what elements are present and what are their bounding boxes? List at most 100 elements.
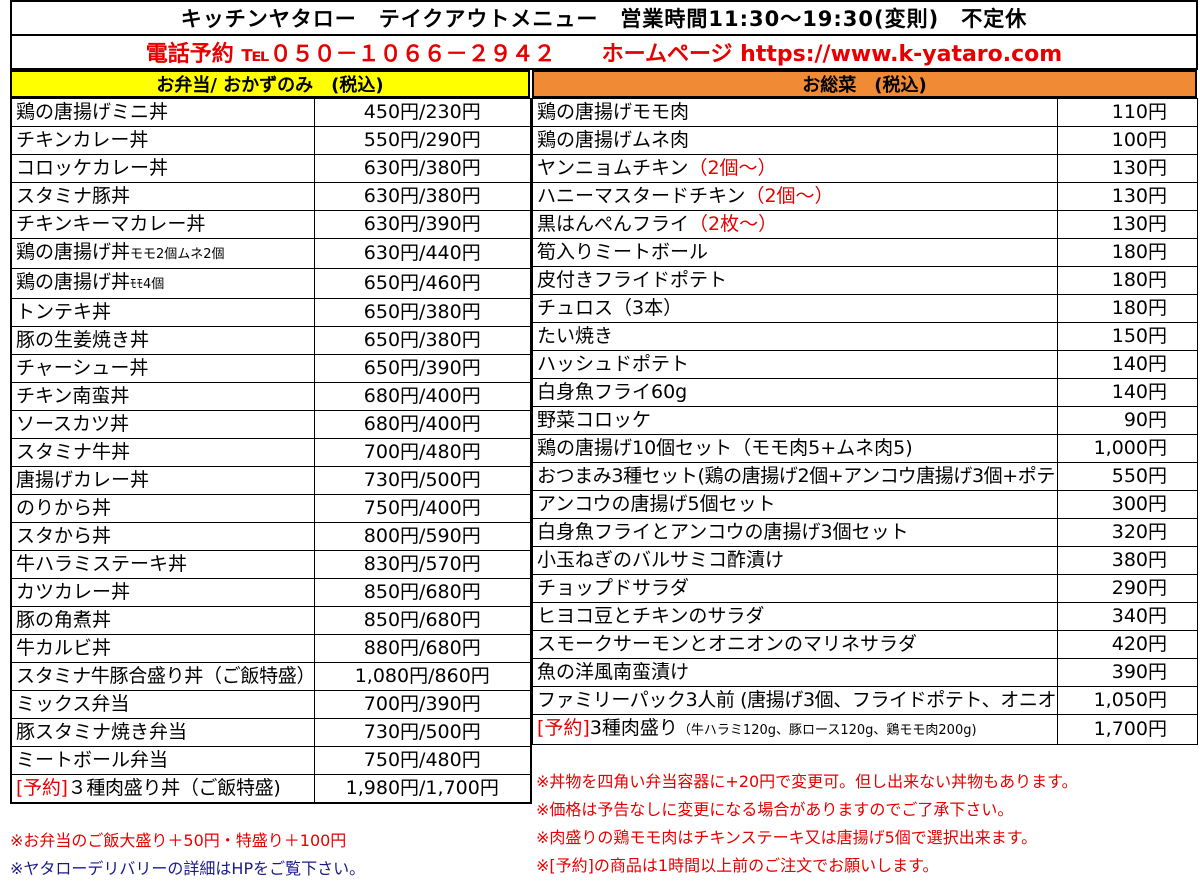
menu-row: 魚の洋風南蛮漬け 390円 (532, 658, 1198, 687)
item-price: 680円/400円 (313, 382, 532, 411)
menu-row: 白身魚フライ60g 140円 (532, 378, 1198, 407)
item-name-cell: ヒヨコ豆とチキンのサラダ (532, 602, 1058, 631)
note-rice-size: ※お弁当のご飯大盛り＋50円・特盛り＋100円 (10, 831, 347, 850)
menu-row: 黒はんぺんフライ（2枚～） 130円 (532, 210, 1198, 239)
menu-row: コロッケカレー丼 630円/380円 (10, 154, 532, 183)
menu-row: 牛カルビ丼 880円/680円 (10, 634, 532, 663)
item-name: 3種肉盛り (589, 717, 678, 739)
menu-row: チョップドサラダ 290円 (532, 574, 1198, 603)
item-price: 390円 (1057, 658, 1198, 687)
menu-row: ソースカツ丼 680円/400円 (10, 410, 532, 439)
item-name: 豚の角煮丼 (16, 609, 112, 631)
item-price: 730円/500円 (313, 718, 532, 747)
item-price: 850円/680円 (313, 578, 532, 607)
item-name-cell: おつまみ3種セット(鶏の唐揚げ2個+アンコウ唐揚げ3個+ポテト１個) (532, 462, 1058, 491)
item-price: 850円/680円 (313, 606, 532, 635)
item-name: スモークサーモンとオニオンのマリネサラダ (537, 633, 918, 655)
item-name-cell: チャーシュー丼 (10, 354, 315, 383)
item-name: チキンキーマカレー丼 (16, 213, 206, 235)
item-name: 鶏の唐揚げ丼 (16, 241, 131, 263)
item-name: 小玉ねぎのバルサミコ酢漬け (537, 549, 785, 571)
menu-row: ミックス弁当 700円/390円 (10, 690, 532, 719)
item-name-cell: [予約]3種肉盛り（牛ハラミ120g、豚ロース120g、鶏モモ肉200g) (532, 714, 1058, 745)
menu-row: ハッシュドポテト 140円 (532, 350, 1198, 379)
item-name-cell: トンテキ丼 (10, 298, 315, 327)
menu-row: アンコウの唐揚げ5個セット 300円 (532, 490, 1198, 519)
item-name-cell: のりから丼 (10, 494, 315, 523)
homepage-link[interactable]: ホームページ https://www.k-yataro.com (602, 36, 1063, 68)
menu-row: 豚の角煮丼 850円/680円 (10, 606, 532, 635)
menu-row: たい焼き 150円 (532, 322, 1198, 351)
item-name-cell: スモークサーモンとオニオンのマリネサラダ (532, 630, 1058, 659)
item-name-cell: 鶏の唐揚げ丼モモ2個ムネ2個 (10, 238, 315, 269)
item-name: 白身魚フライとアンコウの唐揚げ3個セット (537, 521, 909, 543)
item-name: 白身魚フライ60g (537, 381, 688, 403)
item-name: 鶏の唐揚げモモ肉 (537, 101, 690, 123)
item-name-cell: 鶏の唐揚げムネ肉 (532, 126, 1058, 155)
item-price: 140円 (1057, 350, 1198, 379)
reservation-tag: [予約] (537, 717, 590, 739)
sozai-heading-text: お総菜 (税込) (802, 75, 927, 96)
item-name-cell: カツカレー丼 (10, 578, 315, 607)
item-name-cell: 牛ハラミステーキ丼 (10, 550, 315, 579)
item-detail: ﾓﾓ4個 (130, 277, 165, 292)
note-container: ※丼物を四角い弁当容器に+20円で変更可。但し出来ない丼物もあります。 (536, 772, 1078, 791)
item-price: 650円/390円 (313, 354, 532, 383)
bento-table: 鶏の唐揚げミニ丼 450円/230円 チキンカレー丼 550円/290円 コロッケカレー… (10, 98, 532, 804)
menu-row: チキン南蛮丼 680円/400円 (10, 382, 532, 411)
item-price: 380円 (1057, 546, 1198, 575)
item-price: 650円/380円 (313, 298, 532, 327)
menu-row: 鶏の唐揚げミニ丼 450円/230円 (10, 98, 532, 127)
item-name: ハニーマスタードチキン (537, 185, 746, 207)
item-name: 筍入りミートボール (537, 241, 709, 263)
item-price: 150円 (1057, 322, 1198, 351)
item-name: ミートボール弁当 (16, 749, 169, 771)
item-price: 880円/680円 (313, 634, 532, 663)
menu-row: ファミリーパック3人前 (唐揚げ3個、フライドポテト、オニオンリング)1,050… (532, 686, 1198, 715)
item-name-cell: 小玉ねぎのバルサミコ酢漬け (532, 546, 1058, 575)
item-name: ファミリーパック3人前 (唐揚げ3個、フライドポテト、オニオンリング) (537, 689, 1057, 711)
item-price: 100円 (1057, 126, 1198, 155)
item-price: 550円/290円 (313, 126, 532, 155)
item-price: 90円 (1057, 406, 1198, 435)
menu-row: スタミナ牛豚合盛り丼（ご飯特盛） 1,080円/860円 (10, 662, 532, 691)
item-price: 180円 (1057, 238, 1198, 267)
item-name-cell: 鶏の唐揚げ丼ﾓﾓ4個 (10, 268, 315, 299)
item-name: スタミナ豚丼 (16, 185, 131, 207)
item-name: 魚の洋風南蛮漬け (537, 661, 690, 683)
min-order-note: （2枚～） (689, 213, 778, 235)
min-order-note: （2個～） (745, 185, 834, 207)
item-name-cell: ソースカツ丼 (10, 410, 315, 439)
item-price: 630円/380円 (313, 154, 532, 183)
note-chicken-option: ※肉盛りの鶏モモ肉はチキンステーキ又は唐揚げ5個で選択出来ます。 (536, 828, 1038, 847)
menu-row: 豚スタミナ焼き弁当 730円/500円 (10, 718, 532, 747)
menu-row: 筍入りミートボール 180円 (532, 238, 1198, 267)
menu-row: 鶏の唐揚げモモ肉 110円 (532, 98, 1198, 127)
item-price: 290円 (1057, 574, 1198, 603)
item-name-cell: ヤンニョムチキン（2個～） (532, 154, 1058, 183)
item-name: ソースカツ丼 (16, 413, 130, 435)
menu-row: 鶏の唐揚げ丼モモ2個ムネ2個 630円/440円 (10, 238, 532, 269)
note-reservation: ※[予約]の商品は1時間以上前のご注文でお願いします。 (536, 856, 939, 875)
item-price: 300円 (1057, 490, 1198, 519)
item-name-cell: 牛カルビ丼 (10, 634, 315, 663)
item-name-cell: 鶏の唐揚げミニ丼 (10, 98, 315, 127)
item-name: チョップドサラダ (537, 577, 690, 599)
bento-section: お弁当/ おかずのみ (税込) 鶏の唐揚げミニ丼 450円/230円 チキンカレー丼… (10, 70, 532, 804)
item-name-cell: チキン南蛮丼 (10, 382, 315, 411)
item-price: 830円/570円 (313, 550, 532, 579)
bento-heading-text: お弁当/ おかずのみ (税込) (156, 75, 384, 96)
item-name-cell: 皮付きフライドポテト (532, 266, 1058, 295)
item-name-cell: チキンキーマカレー丼 (10, 210, 315, 239)
item-name-cell: コロッケカレー丼 (10, 154, 315, 183)
item-name-cell: 鶏の唐揚げ10個セット（モモ肉5+ムネ肉5) (532, 434, 1058, 463)
takeout-menu: キッチンヤタロー テイクアウトメニュー 営業時間11:30～19:30(変則) … (0, 0, 1200, 884)
menu-row: ミートボール弁当 750円/480円 (10, 746, 532, 775)
item-price: 1,700円 (1057, 714, 1198, 745)
item-price: 1,050円 (1057, 686, 1198, 715)
item-name-cell: 野菜コロッケ (532, 406, 1058, 435)
item-name: チキン南蛮丼 (16, 385, 130, 407)
menu-row: スタミナ豚丼 630円/380円 (10, 182, 532, 211)
item-name-cell: 白身魚フライとアンコウの唐揚げ3個セット (532, 518, 1058, 547)
item-name-cell: 豚の生姜焼き丼 (10, 326, 315, 355)
